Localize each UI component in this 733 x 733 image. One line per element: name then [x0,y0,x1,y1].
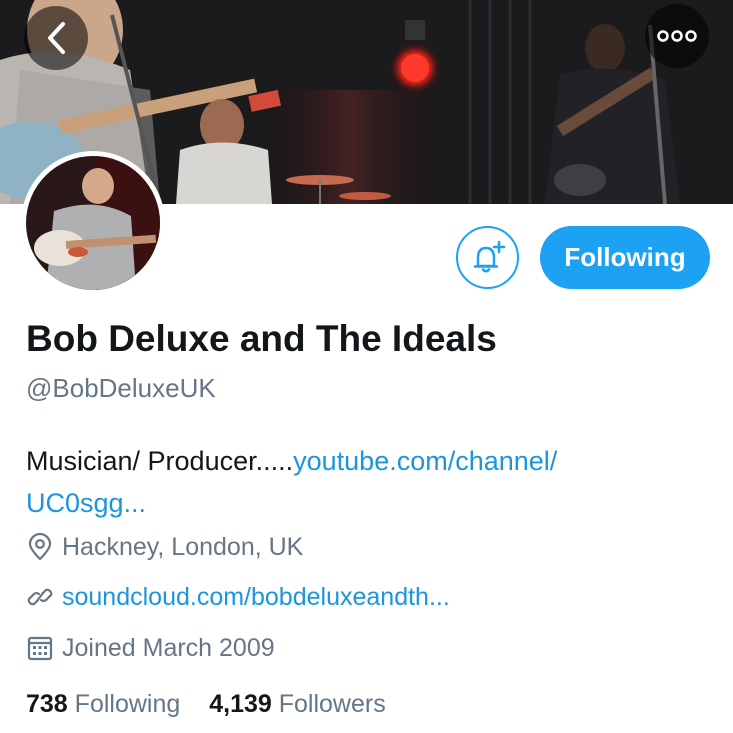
followers-count: 4,139 [209,690,272,718]
location-pin-icon [28,532,52,561]
profile-name: Bob Deluxe and The Ideals [26,318,497,359]
avatar[interactable] [21,151,165,295]
following-button-label: Following [564,242,686,272]
back-button[interactable] [24,6,88,70]
location-row: Hackney, London, UK [26,532,303,562]
following-button[interactable]: Following [540,226,710,289]
bio-link-line2: UC0sgg... [26,488,147,518]
followers-stat[interactable]: 4,139 Followers [209,690,386,718]
following-stat[interactable]: 738 Following [26,690,180,718]
link-icon [27,588,53,606]
notifications-button[interactable] [456,226,519,289]
profile-handle: @BobDeluxeUK [26,373,216,403]
chevron-left-icon [48,22,65,54]
website-row: soundcloud.com/bobdeluxeandth... [26,582,450,612]
bio-text: Musician/ Producer..... [26,446,294,476]
avatar-photo [26,156,160,290]
bell-plus-icon [473,240,505,272]
more-options-button[interactable] [645,4,709,68]
following-stat-label: Following [74,690,181,718]
calendar-icon [27,636,53,661]
joined-row: Joined March 2009 [26,633,275,663]
profile-bio: Musician/ Producer.....youtube.com/chann… [26,440,706,524]
followers-stat-label: Followers [278,690,386,718]
following-count: 738 [26,690,68,718]
joined-text: Joined March 2009 [62,633,275,662]
bio-link-line1: youtube.com/channel/ [293,446,558,476]
website-link[interactable]: soundcloud.com/bobdeluxeandth... [62,583,450,612]
location-text: Hackney, London, UK [62,532,304,561]
more-horizontal-icon [657,30,697,42]
follow-stats: 738 Following 4,139 Followers [26,690,408,719]
